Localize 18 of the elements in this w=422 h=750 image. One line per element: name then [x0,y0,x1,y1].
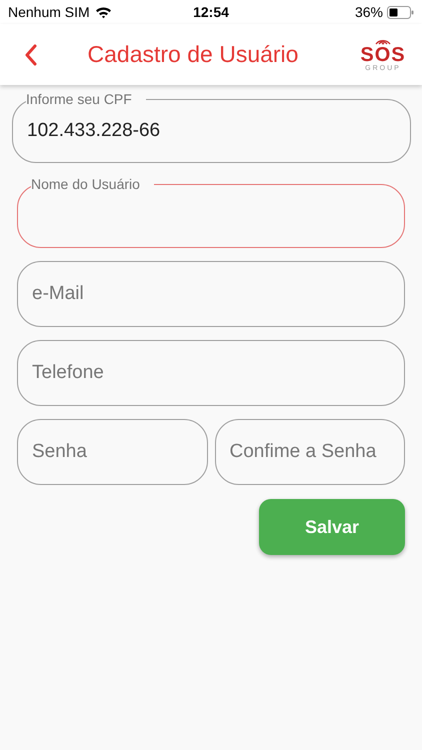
carrier-text: Nenhum SIM [8,4,90,20]
input-field[interactable]: Telefone [17,340,405,406]
text-field[interactable]: Informe seu CPF 102.433.228-66 [12,91,411,163]
wifi-icon [94,6,112,18]
input-field[interactable]: Senha [17,419,208,485]
screen-title: Cadastro de Usuário [86,41,300,68]
battery-icon [386,6,414,18]
battery-percent: 36% [354,4,383,20]
text-field[interactable]: Nome do Usuário [17,176,405,248]
back-icon [24,44,38,66]
input-field[interactable]: e-Mail [17,261,405,327]
input-field[interactable]: e-Mail [32,274,390,314]
input-field[interactable]: Confime a Senha [214,419,405,485]
input-field[interactable]: Telefone [32,353,390,393]
input-field[interactable]: Senha [32,432,192,472]
input-field[interactable]: Confime a Senha [230,432,390,472]
clock-text: 12:54 [193,4,229,20]
text-input[interactable]: 102.433.228-66 [27,110,396,150]
